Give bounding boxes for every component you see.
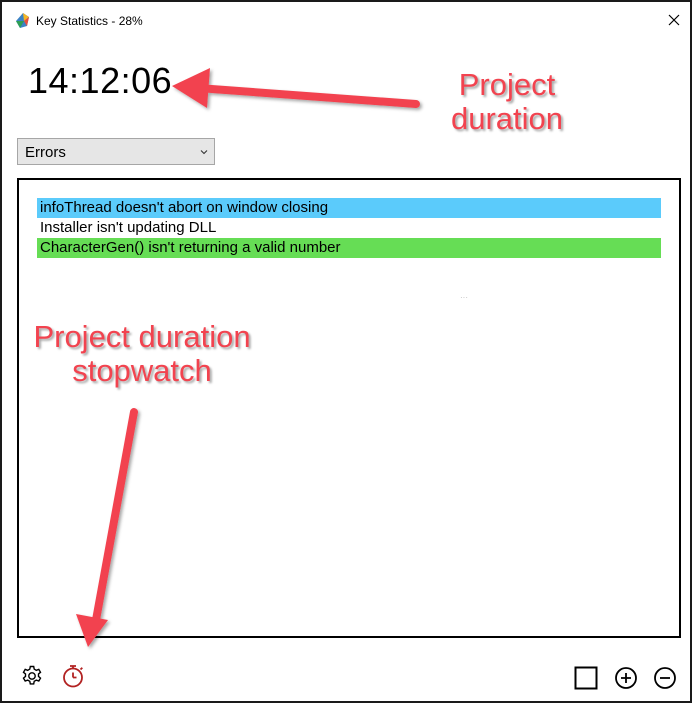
list-item[interactable]: Installer isn't updating DLL [37,218,661,238]
faint-dots: ··· [460,293,468,302]
list-item-text: CharacterGen() isn't returning a valid n… [40,239,341,256]
square-icon[interactable] [574,666,598,690]
annotation-line: Project duration [33,319,251,354]
stopwatch-annotation-label: Project duration stopwatch [22,320,262,388]
chevron-down-icon [200,150,208,155]
window-title: Key Statistics - 28% [36,14,143,28]
close-icon [668,14,680,26]
annotation-line: Project [458,67,556,102]
plus-circle-icon[interactable] [614,666,638,690]
project-duration-timer: 14:12:06 [28,60,173,101]
title-bar[interactable]: Key Statistics - 28% [2,2,690,36]
annotation-line: stopwatch [72,353,212,388]
list-item[interactable]: infoThread doesn't abort on window closi… [37,198,661,218]
arrow-to-timer [172,68,420,108]
app-logo-icon [16,13,29,28]
annotation-line: duration [450,101,564,136]
close-button[interactable] [664,10,684,30]
category-dropdown[interactable]: Errors [17,138,215,165]
gear-icon[interactable] [20,664,44,688]
dropdown-selected-value: Errors [25,144,66,161]
list-item[interactable]: CharacterGen() isn't returning a valid n… [37,238,661,258]
list-item-text: Installer isn't updating DLL [40,219,217,236]
stopwatch-icon[interactable] [60,663,86,689]
minus-circle-icon[interactable] [653,666,677,690]
app-window: Key Statistics - 28% 14:12:06 Errors inf… [0,0,692,703]
list-item-text: infoThread doesn't abort on window closi… [40,199,329,216]
duration-annotation-label: Project duration [432,68,582,136]
issues-list[interactable]: infoThread doesn't abort on window closi… [17,178,681,638]
